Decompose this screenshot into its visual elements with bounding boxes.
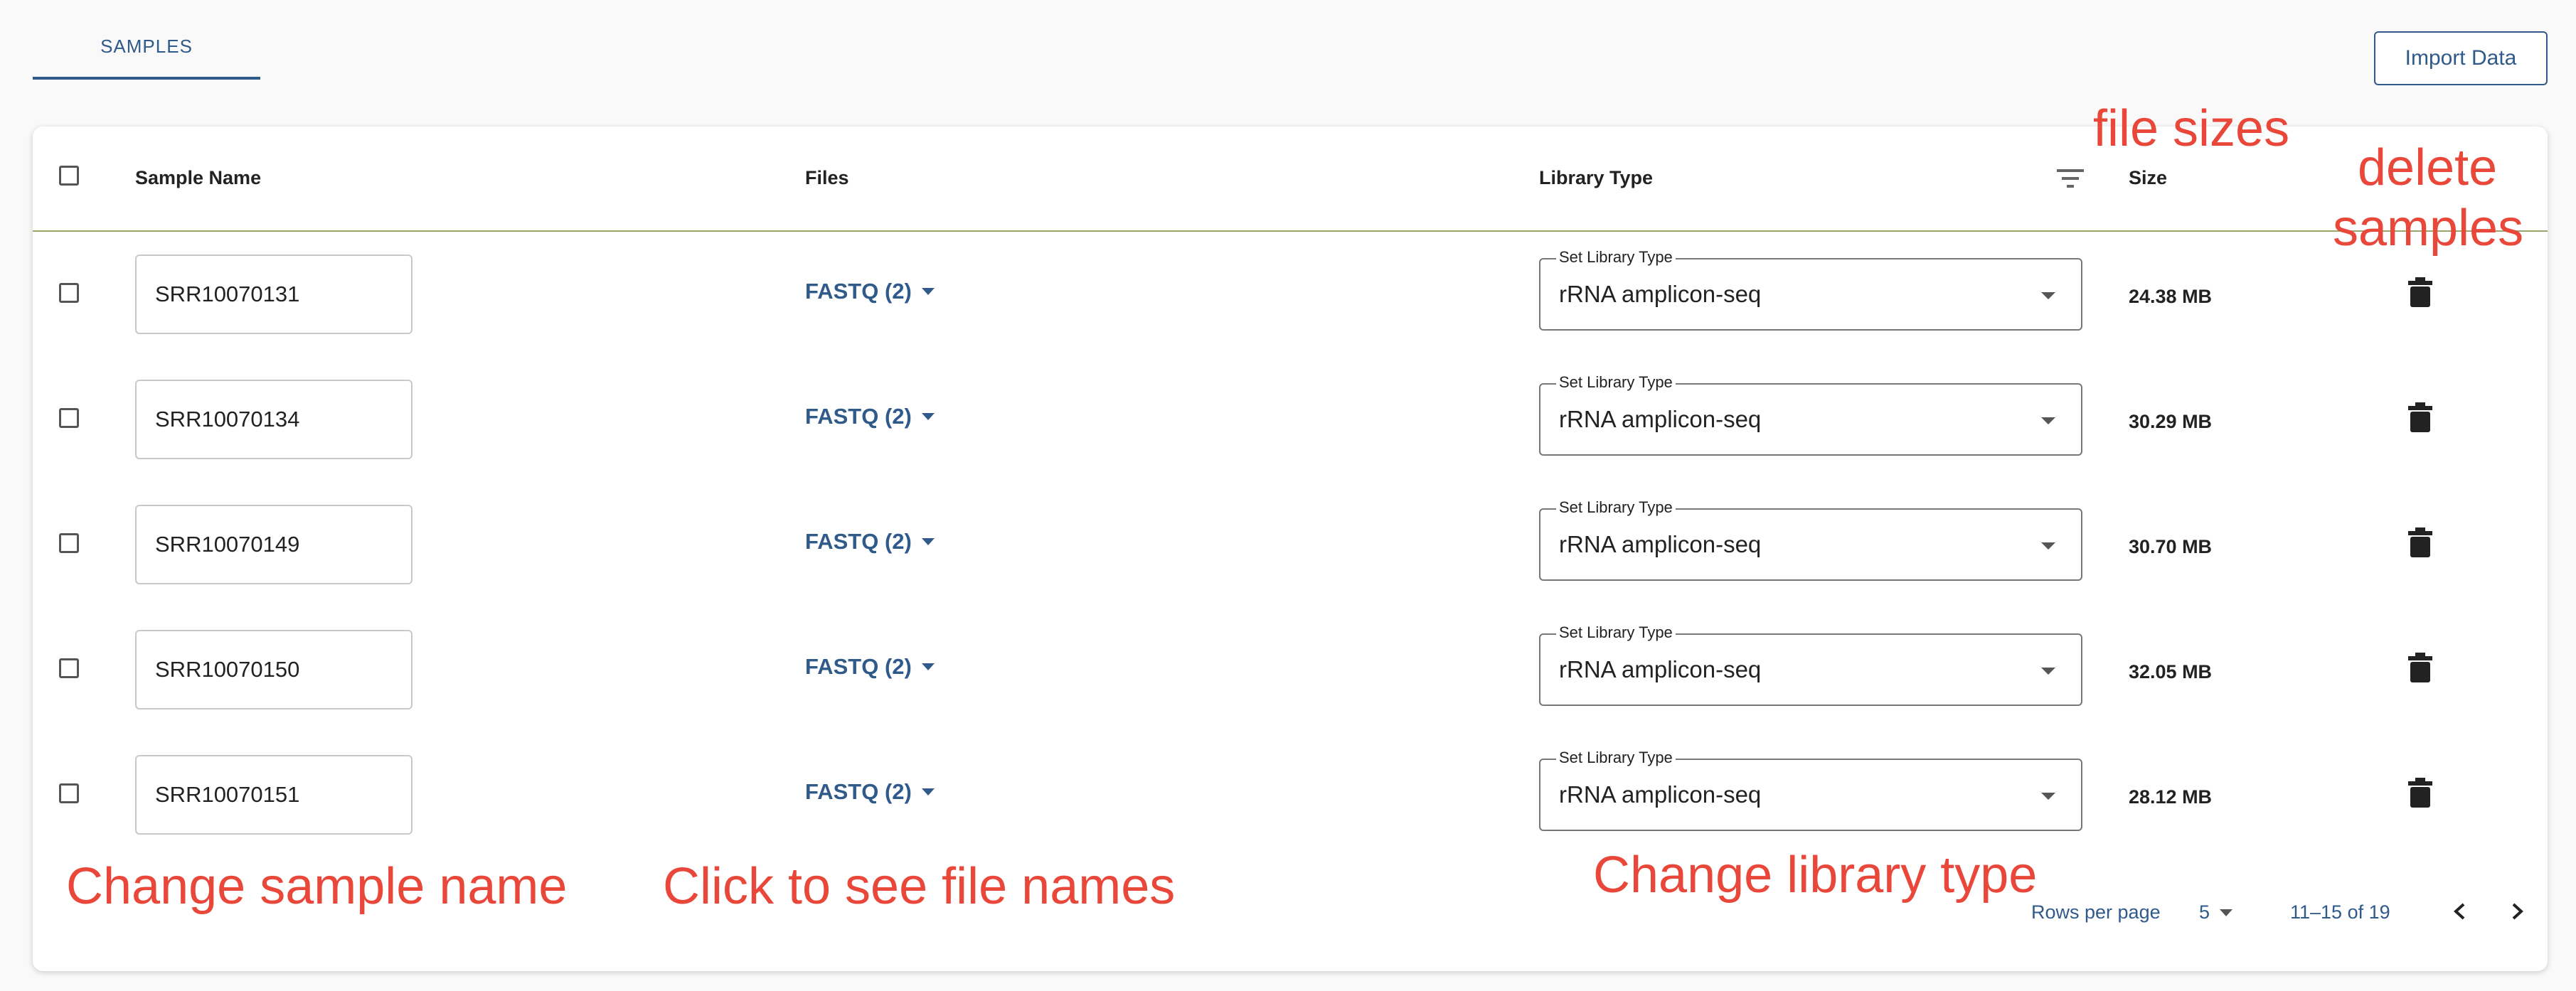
caret-down-icon	[921, 413, 935, 420]
library-type-value: rRNA amplicon-seq	[1559, 781, 1762, 808]
annotation-change-name: Change sample name	[66, 858, 568, 915]
library-type-value: rRNA amplicon-seq	[1559, 406, 1762, 432]
caret-down-icon	[921, 663, 935, 670]
pagination-range: 11–15 of 19	[2290, 901, 2390, 923]
file-size: 28.12 MB	[2129, 786, 2213, 808]
file-size: 30.29 MB	[2129, 411, 2213, 432]
library-type-legend: Set Library Type	[1556, 373, 1676, 392]
annotation-delete-line2: samples	[2333, 200, 2524, 257]
caret-down-icon	[921, 288, 935, 295]
rows-per-page-select[interactable]: 5	[2199, 901, 2233, 923]
trash-icon[interactable]	[2408, 778, 2432, 808]
trash-icon[interactable]	[2408, 277, 2432, 307]
caret-down-icon	[2041, 292, 2055, 299]
library-type-value: rRNA amplicon-seq	[1559, 531, 1762, 557]
caret-down-icon	[2041, 542, 2055, 550]
header-sample-name: Sample Name	[135, 167, 262, 188]
caret-down-icon	[2041, 417, 2055, 424]
table-row: SRR10070134 FASTQ (2) Set Library Type r…	[33, 357, 2548, 482]
library-type-value: rRNA amplicon-seq	[1559, 281, 1762, 307]
files-dropdown-button[interactable]: FASTQ (2)	[805, 654, 935, 680]
sample-name-input[interactable]: SRR10070131	[135, 255, 413, 334]
caret-down-icon	[921, 788, 935, 796]
files-label: FASTQ (2)	[805, 279, 912, 304]
chevron-left-icon[interactable]	[2446, 897, 2474, 926]
header-library-type: Library Type	[1539, 167, 1654, 188]
annotation-file-sizes: file sizes	[2093, 100, 2290, 157]
file-size: 30.70 MB	[2129, 536, 2213, 557]
files-label: FASTQ (2)	[805, 779, 912, 804]
table-row: SRR10070131 FASTQ (2) Set Library Type r…	[33, 232, 2548, 357]
library-type-legend: Set Library Type	[1556, 749, 1676, 767]
annotation-see-files: Click to see file names	[663, 858, 1176, 915]
library-type-legend: Set Library Type	[1556, 623, 1676, 642]
table-row: SRR10070151 FASTQ (2) Set Library Type r…	[33, 732, 2548, 857]
row-checkbox[interactable]	[59, 408, 79, 428]
caret-down-icon	[921, 538, 935, 545]
rows-per-page-value: 5	[2199, 901, 2210, 923]
caret-down-icon	[2041, 793, 2055, 800]
tab-samples-label: SAMPLES	[100, 36, 193, 57]
library-type-legend: Set Library Type	[1556, 248, 1676, 267]
file-size: 32.05 MB	[2129, 661, 2213, 682]
library-type-select[interactable]: Set Library Type rRNA amplicon-seq	[1539, 749, 2082, 831]
files-dropdown-button[interactable]: FASTQ (2)	[805, 779, 935, 805]
trash-icon[interactable]	[2408, 653, 2432, 682]
header-size: Size	[2129, 167, 2168, 188]
sample-name-input[interactable]: SRR10070150	[135, 630, 413, 709]
row-checkbox[interactable]	[59, 658, 79, 678]
caret-down-icon	[2041, 668, 2055, 675]
library-type-select[interactable]: Set Library Type rRNA amplicon-seq	[1539, 498, 2082, 581]
file-size: 24.38 MB	[2129, 286, 2213, 307]
library-type-select[interactable]: Set Library Type rRNA amplicon-seq	[1539, 248, 2082, 331]
annotation-change-library: Change library type	[1593, 847, 2038, 904]
import-data-button[interactable]: Import Data	[2374, 31, 2548, 85]
files-dropdown-button[interactable]: FASTQ (2)	[805, 404, 935, 429]
filter-icon[interactable]	[2054, 166, 2087, 191]
library-type-value: rRNA amplicon-seq	[1559, 656, 1762, 682]
row-checkbox[interactable]	[59, 533, 79, 553]
files-label: FASTQ (2)	[805, 529, 912, 554]
trash-icon[interactable]	[2408, 402, 2432, 432]
trash-icon[interactable]	[2408, 527, 2432, 557]
sample-name-input[interactable]: SRR10070151	[135, 755, 413, 835]
sample-name-input[interactable]: SRR10070134	[135, 380, 413, 459]
rows-per-page-label: Rows per page	[2031, 901, 2161, 923]
samples-table-card: Sample Name Files Library Type Size SRR1…	[33, 127, 2548, 971]
table-row: SRR10070150 FASTQ (2) Set Library Type r…	[33, 607, 2548, 732]
files-label: FASTQ (2)	[805, 654, 912, 679]
table-row: SRR10070149 FASTQ (2) Set Library Type r…	[33, 482, 2548, 607]
files-label: FASTQ (2)	[805, 404, 912, 429]
files-dropdown-button[interactable]: FASTQ (2)	[805, 529, 935, 555]
header-files: Files	[805, 167, 849, 188]
chevron-right-icon[interactable]	[2503, 897, 2531, 926]
files-dropdown-button[interactable]: FASTQ (2)	[805, 279, 935, 304]
tab-samples[interactable]: SAMPLES	[33, 0, 260, 80]
library-type-select[interactable]: Set Library Type rRNA amplicon-seq	[1539, 623, 2082, 706]
library-type-legend: Set Library Type	[1556, 498, 1676, 517]
caret-down-icon	[2220, 909, 2233, 916]
select-all-checkbox[interactable]	[59, 166, 79, 186]
library-type-select[interactable]: Set Library Type rRNA amplicon-seq	[1539, 373, 2082, 456]
row-checkbox[interactable]	[59, 783, 79, 803]
row-checkbox[interactable]	[59, 283, 79, 303]
sample-name-input[interactable]: SRR10070149	[135, 505, 413, 584]
annotation-delete-line1: delete	[2358, 139, 2498, 196]
